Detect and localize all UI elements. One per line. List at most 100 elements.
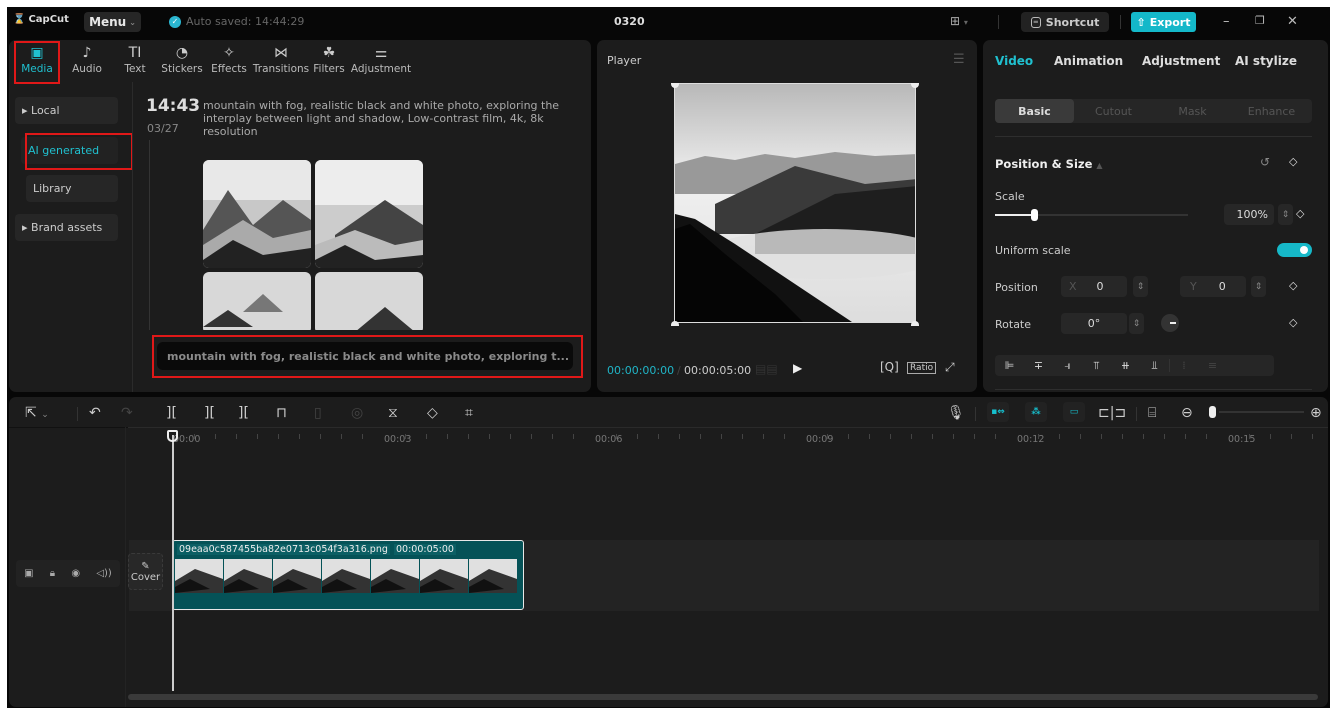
microphone-icon[interactable]: 🎙 [947, 405, 965, 421]
play-button[interactable]: ▶ [793, 361, 802, 375]
mute-icon[interactable]: ◁)) [96, 568, 112, 579]
redo-icon[interactable]: ↷ [121, 405, 133, 421]
split-right-icon[interactable]: ][ [238, 405, 249, 421]
rotate-icon[interactable]: ◇ [427, 405, 438, 421]
zoom-preview-icon[interactable]: [Q] [880, 360, 899, 374]
align-center-h-icon[interactable]: ∓ [1024, 359, 1053, 372]
align-middle-v-icon[interactable]: ⧺ [1111, 359, 1140, 372]
position-y-input[interactable]: Y0 [1180, 276, 1246, 297]
subtab-mask[interactable]: Mask [1153, 99, 1232, 123]
zoom-out-icon[interactable]: ⊖ [1181, 405, 1193, 421]
align-right-icon[interactable]: ⫣ [1053, 359, 1082, 373]
zoom-to-fit-icon[interactable]: ⌸ [1148, 405, 1156, 421]
playhead[interactable] [172, 435, 174, 691]
keyframe-icon[interactable]: ◇ [1296, 207, 1304, 220]
timeline-zoom-slider[interactable] [1219, 411, 1304, 413]
delete-icon[interactable]: ⊓ [276, 405, 287, 421]
crop-icon[interactable]: ⌗ [465, 405, 473, 421]
tab-adjustment[interactable]: ⚌ Adjustment [351, 43, 411, 83]
tab-transitions[interactable]: ⋈ Transitions [253, 43, 309, 83]
time-ruler[interactable]: 00:00 00:03 00:06 00:09 00:12 00:15 [128, 427, 1328, 449]
tab-stickers[interactable]: ◔ Stickers [160, 43, 204, 83]
tab-ai-stylize[interactable]: AI stylize [1235, 54, 1297, 68]
rotate-input[interactable]: 0° [1061, 313, 1127, 334]
scale-input[interactable]: 100% [1224, 204, 1274, 225]
ruler-tick [1143, 434, 1144, 439]
ratio-button[interactable]: Ratio [907, 362, 937, 374]
lock-icon[interactable]: 🔒︎ [50, 568, 55, 579]
subtab-cutout[interactable]: Cutout [1074, 99, 1153, 123]
split-left-icon[interactable]: ][ [204, 405, 215, 421]
position-x-stepper[interactable]: ⇕ [1133, 276, 1148, 297]
sidebar-item-local[interactable]: ▸ Local [15, 97, 118, 124]
linkage-button[interactable]: ▭ [1063, 402, 1085, 422]
align-left-icon[interactable]: ⊫ [995, 359, 1024, 372]
position-y-stepper[interactable]: ⇕ [1251, 276, 1266, 297]
zoom-in-icon[interactable]: ⊕ [1310, 405, 1322, 421]
distribute-h-icon[interactable]: ⁞ [1169, 359, 1198, 372]
export-button[interactable]: ⇧ Export [1131, 12, 1196, 32]
preview-axis-icon[interactable]: ⊏|⊐ [1098, 405, 1126, 421]
timeline-zoom-knob[interactable] [1209, 406, 1216, 418]
ruler-tick [405, 434, 406, 439]
split-icon[interactable]: ][ [166, 405, 177, 421]
section-title[interactable]: Position & Size ▲ [995, 157, 1103, 171]
menu-icon[interactable]: ☰ [953, 52, 965, 67]
tab-filters[interactable]: ☘ Filters [307, 43, 351, 83]
video-clip[interactable]: 09eaa0c587455ba82e0713c054f3a316.png 00:… [172, 540, 524, 610]
position-x-input[interactable]: X0 [1061, 276, 1127, 297]
ai-image-thumbnail[interactable] [315, 160, 423, 268]
mirror-icon[interactable]: ⧖ [388, 405, 398, 421]
tab-effects[interactable]: ✧ Effects [207, 43, 251, 83]
keyframe-icon[interactable]: ◇ [1289, 316, 1297, 329]
subtab-basic[interactable]: Basic [995, 99, 1074, 123]
reverse-icon[interactable]: ◎ [351, 405, 363, 421]
keyframe-icon[interactable]: ◇ [1289, 279, 1297, 292]
fullscreen-icon[interactable]: ⤢ [945, 360, 955, 375]
scale-slider-knob[interactable] [1030, 209, 1038, 221]
tab-adjustment[interactable]: Adjustment [1142, 54, 1220, 68]
resize-handle[interactable] [671, 321, 679, 326]
scale-stepper[interactable]: ⇕ [1278, 204, 1293, 225]
resize-handle[interactable] [911, 83, 919, 88]
rotate-dial[interactable] [1161, 314, 1179, 332]
video-preview[interactable] [674, 83, 916, 323]
horizontal-scrollbar[interactable] [128, 694, 1318, 700]
total-timecode: 00:00:05:00 [684, 364, 752, 377]
keyframe-icon[interactable]: ◇ [1289, 155, 1297, 168]
resize-handle[interactable] [911, 321, 919, 326]
rotate-stepper[interactable]: ⇕ [1129, 313, 1144, 334]
waveform-icon[interactable]: ▤▤ [755, 362, 778, 376]
scale-slider[interactable] [995, 209, 1188, 221]
undo-icon[interactable]: ↶ [89, 405, 101, 421]
ruler-tick [215, 434, 216, 439]
tab-audio[interactable]: ♪ Audio [65, 43, 109, 83]
playhead-handle[interactable] [167, 430, 178, 442]
tab-animation[interactable]: Animation [1054, 54, 1123, 68]
uniform-scale-toggle[interactable] [1277, 243, 1312, 257]
subtab-enhance[interactable]: Enhance [1232, 99, 1311, 123]
cover-button[interactable]: ✎ Cover [128, 553, 163, 590]
auto-snap-button[interactable]: ⁂ [1025, 402, 1047, 422]
freeze-icon[interactable]: ▯ [314, 405, 322, 421]
sidebar-item-library[interactable]: Library [26, 175, 118, 202]
ai-image-thumbnail[interactable] [315, 272, 423, 334]
shortcut-button[interactable]: ═ Shortcut [1021, 12, 1109, 32]
distribute-v-icon[interactable]: ≡ [1198, 359, 1227, 372]
minimize-button[interactable]: – [1223, 14, 1230, 29]
layout-icon[interactable]: ⊞ ▾ [950, 14, 968, 28]
close-button[interactable]: ✕ [1287, 14, 1298, 29]
tab-text[interactable]: TI Text [113, 43, 157, 83]
ai-image-thumbnail[interactable] [203, 160, 311, 268]
tab-video[interactable]: Video [995, 54, 1033, 68]
maximize-button[interactable]: ❐ [1255, 14, 1265, 27]
menu-button[interactable]: Menu ⌄ [84, 12, 141, 32]
eye-icon[interactable]: ◉ [71, 568, 80, 579]
sidebar-item-brand-assets[interactable]: ▸ Brand assets [15, 214, 118, 241]
reset-icon[interactable]: ↺ [1260, 155, 1270, 169]
align-top-icon[interactable]: ⫪ [1082, 359, 1111, 373]
select-tool-icon[interactable]: ⇱ ⌄ [25, 405, 49, 421]
align-bottom-icon[interactable]: ⫫ [1140, 359, 1169, 373]
main-track-magnet-button[interactable]: ▪⇔ [987, 402, 1009, 422]
ai-image-thumbnail[interactable] [203, 272, 311, 334]
